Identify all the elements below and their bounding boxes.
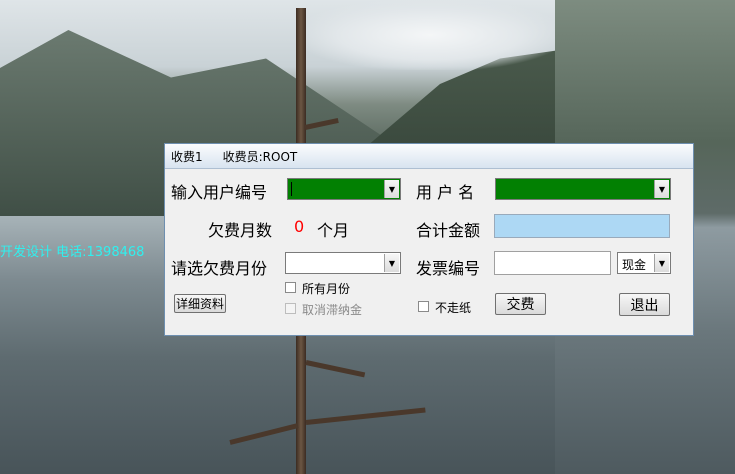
- exit-button[interactable]: 退出: [619, 293, 670, 316]
- all-months-label: 所有月份: [302, 282, 351, 296]
- user-name-label: 用 户 名: [416, 183, 475, 202]
- user-number-combo[interactable]: ▼: [287, 178, 401, 200]
- user-name-combo[interactable]: ▼: [495, 178, 671, 200]
- chevron-down-icon[interactable]: ▼: [654, 180, 669, 198]
- cloud: [300, 0, 560, 70]
- chevron-down-icon[interactable]: ▼: [384, 180, 399, 198]
- user-number-label: 输入用户编号: [171, 183, 268, 202]
- details-button[interactable]: 详细资料: [174, 294, 226, 313]
- cashier-label: 收费员:ROOT: [222, 149, 298, 164]
- window-title: 收费1: [171, 149, 203, 164]
- total-amount-label: 合计金额: [416, 221, 481, 240]
- text-cursor: [291, 182, 292, 196]
- select-month-label: 请选欠费月份: [171, 259, 268, 278]
- no-paper-checkbox[interactable]: [418, 301, 429, 312]
- background-contact-text: 开发设计 电话:1398468: [0, 245, 145, 260]
- no-paper-label: 不走纸: [435, 301, 472, 315]
- arrears-months-label: 欠费月数: [208, 221, 273, 240]
- total-amount-field: [494, 214, 670, 238]
- chevron-down-icon[interactable]: ▼: [384, 254, 399, 272]
- arrears-months-value: 0: [294, 217, 305, 236]
- payment-method-select[interactable]: 现金 ▼: [617, 252, 671, 274]
- all-months-checkbox[interactable]: [285, 282, 296, 293]
- payment-method-value: 现金: [622, 258, 647, 272]
- select-month-combo[interactable]: ▼: [285, 252, 401, 274]
- cancel-late-fee-label: 取消滞纳金: [302, 303, 363, 317]
- chevron-down-icon[interactable]: ▼: [654, 254, 669, 272]
- arrears-months-unit: 个月: [317, 221, 350, 240]
- invoice-number-label: 发票编号: [416, 259, 481, 278]
- dialog-titlebar[interactable]: 收费1 收费员:ROOT: [165, 144, 693, 169]
- pay-button[interactable]: 交费: [495, 293, 546, 315]
- payment-dialog: 收费1 收费员:ROOT 输入用户编号 ▼ 用 户 名 ▼ 欠费月数 0 个月 …: [164, 143, 694, 336]
- cancel-late-fee-checkbox[interactable]: [285, 303, 296, 314]
- invoice-number-input[interactable]: [494, 251, 611, 275]
